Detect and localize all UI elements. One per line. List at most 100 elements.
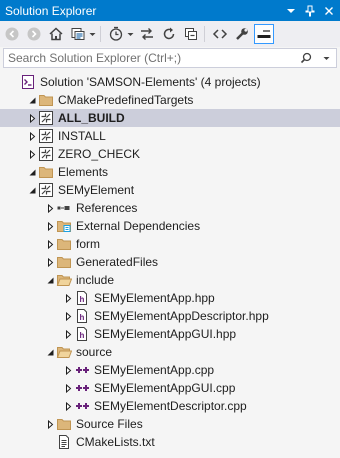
- tree-item-label: SEMyElementDescriptor.cpp: [94, 399, 247, 413]
- tree-item-label: source: [76, 345, 113, 359]
- switch-views-icon[interactable]: [68, 24, 88, 44]
- cmake-target-icon: [38, 128, 54, 144]
- cpp-file-icon: [74, 380, 90, 396]
- collapsed-arrow-icon[interactable]: [62, 379, 74, 397]
- tree-item[interactable]: External Dependencies: [0, 217, 340, 235]
- collapsed-arrow-icon[interactable]: [62, 325, 74, 343]
- tree-item[interactable]: SEMyElementAppGUI.cpp: [0, 379, 340, 397]
- tree-item-label: form: [76, 237, 100, 251]
- expander-placeholder: [8, 73, 20, 91]
- filter-dropdown-icon[interactable]: [126, 24, 135, 44]
- svg-text:h: h: [80, 331, 85, 340]
- collapsed-arrow-icon[interactable]: [26, 127, 38, 145]
- collapsed-arrow-icon[interactable]: [62, 307, 74, 325]
- header-file-icon: h: [74, 290, 90, 306]
- folder-icon: [38, 92, 54, 108]
- search-options-dropdown-icon[interactable]: [316, 49, 336, 67]
- expander-placeholder: [44, 433, 56, 451]
- tree-item[interactable]: GeneratedFiles: [0, 253, 340, 271]
- folder-icon: [56, 254, 72, 270]
- title-bar: Solution Explorer: [0, 0, 340, 21]
- search-icon[interactable]: [296, 49, 316, 67]
- switch-views-dropdown-icon[interactable]: [88, 24, 97, 44]
- collapsed-arrow-icon[interactable]: [44, 235, 56, 253]
- tree-item[interactable]: SEMyElement: [0, 181, 340, 199]
- tree-item[interactable]: source: [0, 343, 340, 361]
- tree-item-label: SEMyElementApp.hpp: [94, 291, 215, 305]
- view-code-icon[interactable]: [210, 24, 230, 44]
- collapsed-arrow-icon[interactable]: [62, 361, 74, 379]
- folder-open-icon: [56, 344, 72, 360]
- collapsed-arrow-icon[interactable]: [44, 253, 56, 271]
- expanded-arrow-icon[interactable]: [26, 181, 38, 199]
- collapsed-arrow-icon[interactable]: [44, 217, 56, 235]
- solution-tree: Solution 'SAMSON-Elements' (4 projects) C…: [0, 73, 340, 451]
- pending-changes-filter-icon[interactable]: [106, 24, 126, 44]
- references-icon: [56, 200, 72, 216]
- window-position-dropdown-icon[interactable]: [283, 3, 299, 19]
- expanded-arrow-icon[interactable]: [26, 163, 38, 181]
- tree-item-label: SEMyElementAppDescriptor.hpp: [94, 309, 269, 323]
- tree-item[interactable]: CMakeLists.txt: [0, 433, 340, 451]
- panel-title: Solution Explorer: [5, 3, 97, 18]
- expanded-arrow-icon[interactable]: [26, 91, 38, 109]
- external-dependencies-icon: [56, 218, 72, 234]
- tree-item[interactable]: Source Files: [0, 415, 340, 433]
- svg-text:h: h: [80, 313, 85, 322]
- folder-icon: [38, 164, 54, 180]
- tree-item-label: include: [76, 273, 115, 287]
- tree-item[interactable]: References: [0, 199, 340, 217]
- tree-item[interactable]: Elements: [0, 163, 340, 181]
- sync-with-active-document-icon[interactable]: [137, 24, 157, 44]
- tree-item[interactable]: ZERO_CHECK: [0, 145, 340, 163]
- tree-item-label: SEMyElement: [58, 183, 135, 197]
- collapsed-arrow-icon[interactable]: [44, 415, 56, 433]
- expanded-arrow-icon[interactable]: [44, 343, 56, 361]
- tree-item-label: SEMyElementAppGUI.cpp: [94, 381, 236, 395]
- tree-item[interactable]: h SEMyElementAppDescriptor.hpp: [0, 307, 340, 325]
- tree-item-label: ALL_BUILD: [58, 111, 125, 125]
- header-file-icon: h: [74, 308, 90, 324]
- back-arrow-icon[interactable]: [2, 24, 22, 44]
- tree-item-label: SEMyElementApp.cpp: [94, 363, 215, 377]
- tree-item[interactable]: SEMyElementDescriptor.cpp: [0, 397, 340, 415]
- tree-item-label: Source Files: [76, 417, 143, 431]
- collapsed-arrow-icon[interactable]: [26, 109, 38, 127]
- tree-item[interactable]: CMakePredefinedTargets: [0, 91, 340, 109]
- tree-item[interactable]: include: [0, 271, 340, 289]
- home-icon[interactable]: [46, 24, 66, 44]
- tree-item[interactable]: Solution 'SAMSON-Elements' (4 projects): [0, 73, 340, 91]
- tree-item[interactable]: h SEMyElementApp.hpp: [0, 289, 340, 307]
- collapsed-arrow-icon[interactable]: [62, 397, 74, 415]
- tree-item-label: SEMyElementAppGUI.hpp: [94, 327, 237, 341]
- auto-hide-pin-icon[interactable]: [302, 3, 318, 19]
- close-icon[interactable]: [321, 3, 337, 19]
- tree-item-label: CMakeLists.txt: [76, 435, 155, 449]
- header-file-icon: h: [74, 326, 90, 342]
- collapse-all-icon[interactable]: [181, 24, 201, 44]
- properties-icon[interactable]: [232, 24, 252, 44]
- tree-item-label: INSTALL: [58, 129, 106, 143]
- tree-item[interactable]: SEMyElementApp.cpp: [0, 361, 340, 379]
- forward-arrow-icon[interactable]: [24, 24, 44, 44]
- expanded-arrow-icon[interactable]: [44, 271, 56, 289]
- collapsed-arrow-icon[interactable]: [62, 289, 74, 307]
- preview-selected-items-icon[interactable]: [254, 24, 274, 44]
- text-file-icon: [56, 434, 72, 450]
- tree-item[interactable]: h SEMyElementAppGUI.hpp: [0, 325, 340, 343]
- folder-icon: [56, 416, 72, 432]
- refresh-icon[interactable]: [159, 24, 179, 44]
- collapsed-arrow-icon[interactable]: [26, 145, 38, 163]
- cmake-target-icon: [38, 110, 54, 126]
- folder-open-icon: [56, 272, 72, 288]
- tree-item[interactable]: INSTALL: [0, 127, 340, 145]
- svg-text:h: h: [80, 295, 85, 304]
- tree-item-label: ZERO_CHECK: [58, 147, 141, 161]
- cmake-target-icon: [38, 146, 54, 162]
- search-input[interactable]: [4, 49, 296, 67]
- toolbar-separator: [204, 26, 205, 42]
- search-box[interactable]: [3, 48, 337, 68]
- tree-item[interactable]: form: [0, 235, 340, 253]
- collapsed-arrow-icon[interactable]: [44, 199, 56, 217]
- tree-item[interactable]: ALL_BUILD: [0, 109, 340, 127]
